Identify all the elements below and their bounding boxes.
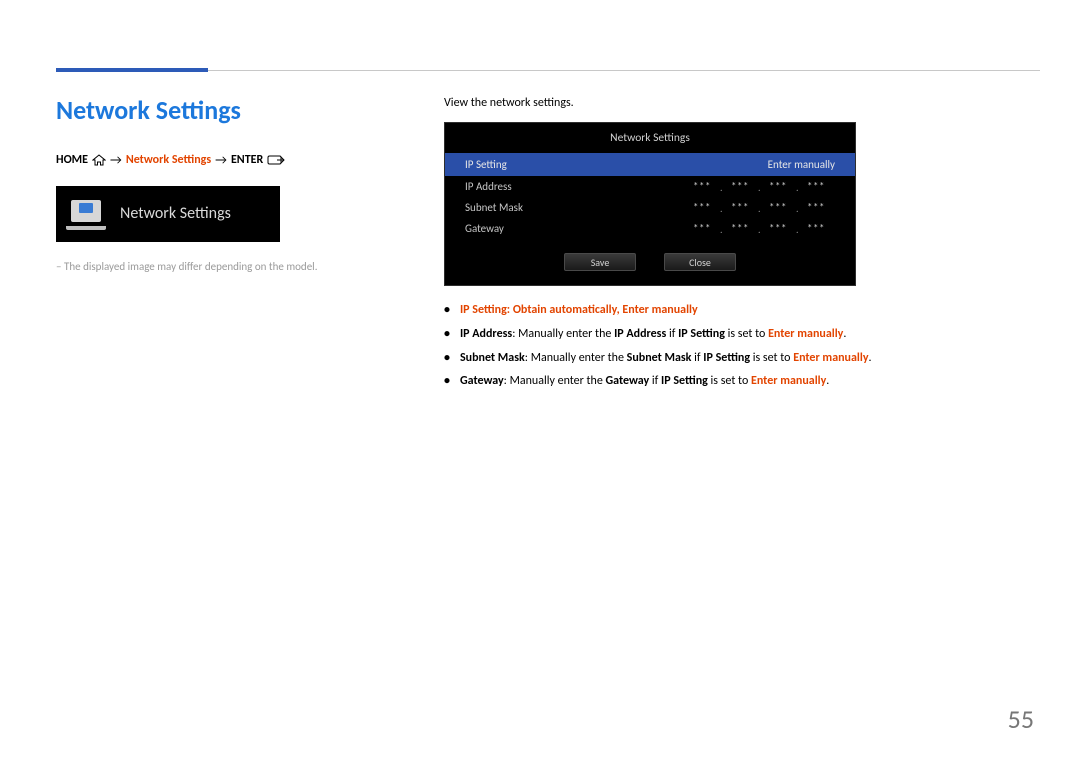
text: if xyxy=(691,351,703,365)
enter-icon xyxy=(267,154,281,166)
bullet-dot: • xyxy=(444,373,450,390)
term: IP Address xyxy=(460,327,512,341)
term: Subnet Mask xyxy=(460,351,525,365)
text: is set to xyxy=(750,351,793,365)
text: : Manually enter the xyxy=(525,351,627,365)
breadcrumb-arrow: → xyxy=(215,153,227,168)
bullet-dot: • xyxy=(444,302,450,319)
text: . xyxy=(869,351,872,365)
term: IP Setting xyxy=(678,327,725,341)
octet: *** xyxy=(683,180,721,193)
bullet-dot: • xyxy=(444,326,450,343)
gateway-row[interactable]: Gateway *** *** *** *** xyxy=(445,218,855,239)
bullet-ip-address: • IP Address: Manually enter the IP Addr… xyxy=(444,326,1040,343)
octet: *** xyxy=(759,201,797,214)
term: IP Address xyxy=(614,327,666,341)
octet: *** xyxy=(797,222,835,235)
ip-address-row[interactable]: IP Address *** *** *** *** xyxy=(445,176,855,197)
octet: *** xyxy=(683,222,721,235)
image-disclaimer: The displayed image may differ depending… xyxy=(56,260,402,273)
term: Gateway xyxy=(460,374,504,388)
left-column: Network Settings HOME → Network Settings… xyxy=(56,96,402,397)
home-icon xyxy=(92,154,106,166)
bullet-dot: • xyxy=(444,350,450,367)
content-area: Network Settings HOME → Network Settings… xyxy=(56,96,1040,397)
breadcrumb-home-label: HOME xyxy=(56,153,88,167)
breadcrumb: HOME → Network Settings → ENTER xyxy=(56,153,402,168)
dialog-button-row: Save Close xyxy=(445,253,855,271)
row-label: Subnet Mask xyxy=(465,201,585,214)
save-button[interactable]: Save xyxy=(564,253,636,271)
option: Enter manually xyxy=(751,374,826,388)
ip-setting-label: IP Setting xyxy=(465,158,585,171)
ip-setting-row[interactable]: IP Setting Enter manually xyxy=(445,153,855,176)
octet: *** xyxy=(721,180,759,193)
row-label: IP Address xyxy=(465,180,585,193)
page-number: 55 xyxy=(1008,703,1034,735)
close-button[interactable]: Close xyxy=(664,253,736,271)
ip-setting-value: Enter manually xyxy=(585,158,835,171)
term: IP Setting xyxy=(460,303,507,317)
menu-tile: Network Settings xyxy=(56,186,280,242)
row-value: *** *** *** *** xyxy=(683,180,835,193)
text: is set to xyxy=(725,327,768,341)
text: if xyxy=(649,374,661,388)
bullet-gateway: • Gateway: Manually enter the Gateway if… xyxy=(444,373,1040,390)
dialog-title: Network Settings xyxy=(445,131,855,145)
breadcrumb-section: Network Settings xyxy=(126,153,211,167)
text: . xyxy=(843,327,846,341)
text: is set to xyxy=(708,374,751,388)
settings-dialog: Network Settings IP Setting Enter manual… xyxy=(444,122,856,286)
bullet-ip-setting: • IP Setting: Obtain automatically, Ente… xyxy=(444,302,1040,319)
breadcrumb-arrow: → xyxy=(110,153,122,168)
option: Obtain automatically xyxy=(513,303,617,317)
subnet-mask-row[interactable]: Subnet Mask *** *** *** *** xyxy=(445,197,855,218)
octet: *** xyxy=(683,201,721,214)
accent-rule xyxy=(56,68,208,72)
octet: *** xyxy=(797,180,835,193)
text: : Manually enter the xyxy=(512,327,614,341)
right-column: View the network settings. Network Setti… xyxy=(444,96,1040,397)
option: Enter manually xyxy=(768,327,843,341)
breadcrumb-enter-label: ENTER xyxy=(231,153,263,167)
laptop-icon xyxy=(66,198,106,230)
octet: *** xyxy=(721,201,759,214)
option: Enter manually xyxy=(793,351,868,365)
text: . xyxy=(826,374,829,388)
term: IP Setting xyxy=(703,351,750,365)
term: Gateway xyxy=(606,374,650,388)
text: if xyxy=(666,327,678,341)
term: IP Setting xyxy=(661,374,708,388)
intro-text: View the network settings. xyxy=(444,96,1040,110)
menu-tile-label: Network Settings xyxy=(120,204,231,223)
bullet-subnet-mask: • Subnet Mask: Manually enter the Subnet… xyxy=(444,350,1040,367)
option: Enter manually xyxy=(622,303,697,317)
octet: *** xyxy=(759,180,797,193)
row-label: Gateway xyxy=(465,222,585,235)
row-value: *** *** *** *** xyxy=(683,222,835,235)
octet: *** xyxy=(759,222,797,235)
octet: *** xyxy=(797,201,835,214)
bullet-list: • IP Setting: Obtain automatically, Ente… xyxy=(444,302,1040,390)
row-value: *** *** *** *** xyxy=(683,201,835,214)
text: : Manually enter the xyxy=(504,374,606,388)
term: Subnet Mask xyxy=(627,351,692,365)
page-heading: Network Settings xyxy=(56,96,402,125)
octet: *** xyxy=(721,222,759,235)
